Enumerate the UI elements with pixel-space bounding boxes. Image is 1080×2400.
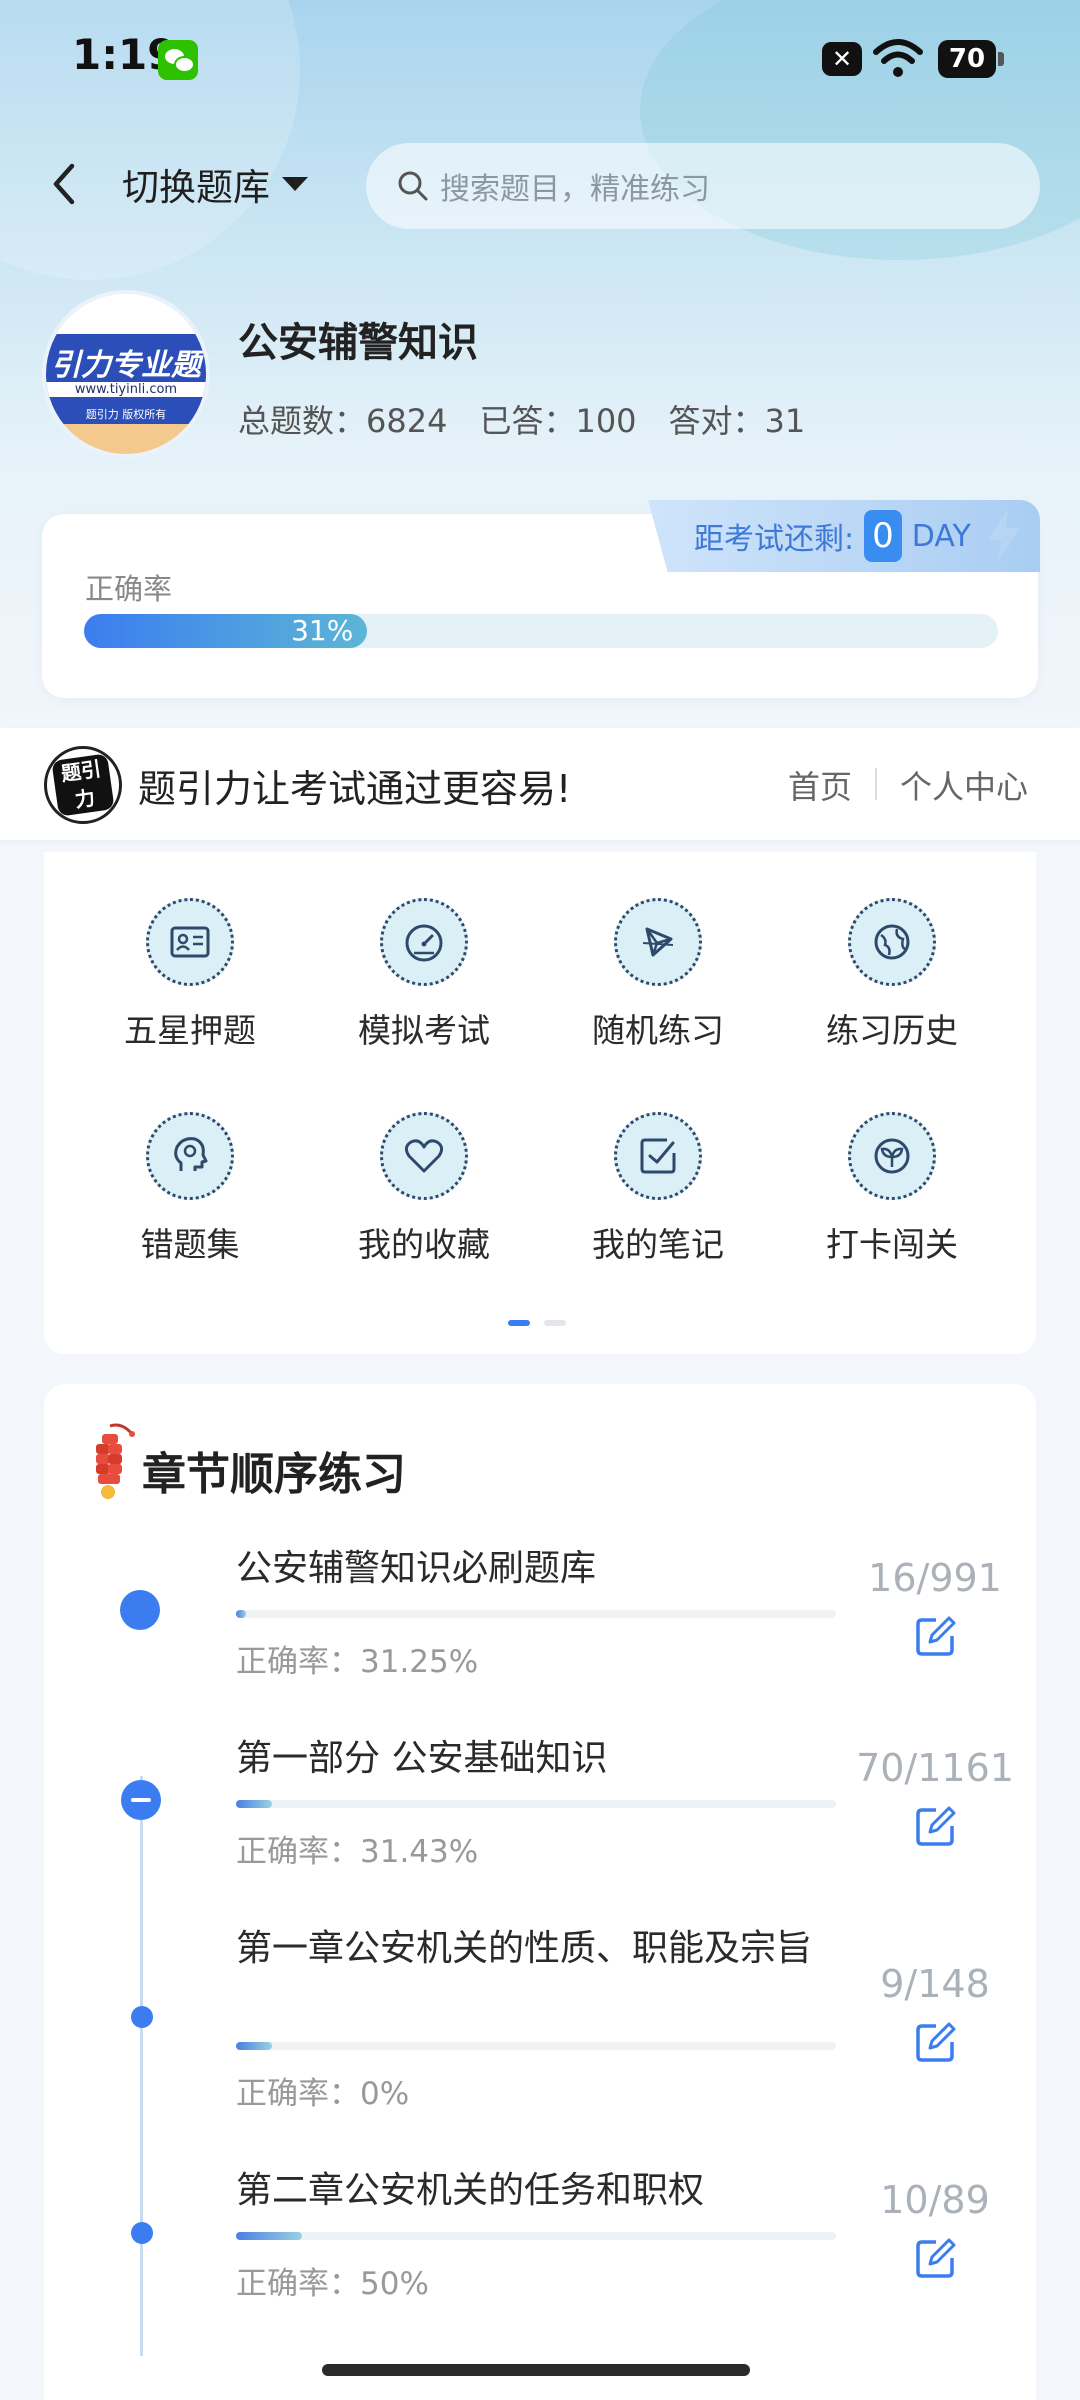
chapter-accuracy: 正确率：0%: [236, 2076, 410, 2112]
feature-label: 随机练习: [592, 1011, 724, 1050]
note-check-icon: [614, 1112, 702, 1200]
nav-personal-center-link[interactable]: 个人中心: [900, 762, 1028, 808]
x-badge-icon: ✕: [822, 42, 862, 76]
chapter-progress-bar: [236, 1800, 836, 1808]
logo-text-main: 引力专业题: [51, 348, 201, 383]
brand-logo-icon: 题引力: [44, 746, 122, 824]
gauge-icon: [380, 898, 468, 986]
pager-dot[interactable]: [544, 1320, 566, 1326]
search-input[interactable]: 搜索题目，精准练习: [366, 143, 1040, 229]
chapter-name: 第一部分 公安基础知识: [236, 1738, 608, 1779]
brand-slogan: 题引力让考试通过更容易!: [138, 767, 572, 811]
chapter-progress-bar: [236, 2042, 836, 2050]
brand-nav-strip: 题引力 题引力让考试通过更容易! 首页 个人中心: [0, 728, 1080, 840]
chapter-progress-fill: [236, 1610, 246, 1618]
minus-icon: [131, 1798, 151, 1802]
nav-home-link[interactable]: 首页: [788, 762, 852, 808]
bank-logo: 引力专业题 www.tiyinli.com 题引力 版权所有: [42, 290, 210, 458]
edit-icon[interactable]: [912, 1614, 958, 1660]
feature-label: 我的收藏: [358, 1225, 490, 1264]
switch-bank-label: 切换题库: [122, 166, 270, 209]
countdown-unit: DAY: [911, 518, 971, 554]
accuracy-progress-bar: 31%: [84, 614, 998, 648]
lightning-icon: [988, 508, 1020, 564]
feature-wrong-questions[interactable]: 错题集: [90, 1112, 290, 1266]
accuracy-progress-fill: 31%: [84, 614, 368, 648]
shuffle-icon: [614, 898, 702, 986]
chapter-progress-bar: [236, 1610, 836, 1618]
feature-label: 错题集: [140, 1225, 240, 1264]
chapter-count: 16/991: [868, 1556, 1002, 1600]
feature-label: 打卡闯关: [826, 1225, 958, 1264]
feature-label: 五星押题: [124, 1011, 256, 1050]
feature-practice-history[interactable]: 练习历史: [792, 898, 992, 1052]
chapter-progress-fill: [236, 2232, 302, 2240]
pager-dot-active[interactable]: [508, 1320, 530, 1326]
chapter-count: 10/89: [880, 2178, 990, 2222]
back-arrow-icon[interactable]: [44, 158, 84, 210]
home-indicator[interactable]: [322, 2364, 750, 2376]
feature-check-in-challenge[interactable]: 打卡闯关: [792, 1112, 992, 1266]
edit-icon[interactable]: [912, 2236, 958, 2282]
brand-logo-mark: 题引力: [51, 753, 115, 817]
chapter-name: 第二章公安机关的任务和职权: [236, 2170, 705, 2211]
nav-divider: [875, 768, 877, 800]
sprout-icon: [848, 1112, 936, 1200]
chapter-dot: [131, 2222, 153, 2244]
answered-count: 已答：100: [479, 402, 637, 440]
battery-indicator: 70: [938, 40, 1004, 78]
switch-bank-dropdown[interactable]: 切换题库: [122, 156, 308, 212]
feature-label: 模拟考试: [358, 1011, 490, 1050]
feature-label: 练习历史: [826, 1011, 958, 1050]
heart-icon: [380, 1112, 468, 1200]
caret-down-icon: [282, 177, 308, 191]
feature-pager-dots: [508, 1320, 566, 1326]
bank-stats: 总题数：6824 已答：100 答对：31: [238, 396, 805, 442]
countdown-prefix: 距考试还剩:: [694, 522, 855, 557]
chapter-count: 70/1161: [856, 1746, 1014, 1790]
chapter-name: 公安辅警知识必刷题库: [236, 1548, 597, 1589]
feature-label: 我的笔记: [592, 1225, 724, 1264]
chapter-count: 9/148: [880, 1962, 990, 2006]
feature-five-star-questions[interactable]: 五星押题: [90, 898, 290, 1052]
logo-text-copyright: 题引力 版权所有: [85, 408, 167, 421]
firecracker-icon: [96, 1423, 135, 1499]
logo-text-url: www.tiyinli.com: [46, 382, 206, 397]
chapter-timeline: [140, 1776, 143, 2356]
id-card-icon: [146, 898, 234, 986]
chapter-accuracy: 正确率：31.43%: [236, 1834, 479, 1870]
chapter-dot: [131, 2006, 153, 2028]
head-icon: [146, 1112, 234, 1200]
chapter-section-title: 章节顺序练习: [142, 1449, 406, 1500]
chapter-dot: [120, 1590, 160, 1630]
chapter-practice-card: [44, 1384, 1036, 2400]
edit-icon[interactable]: [912, 2020, 958, 2066]
chapter-collapse-toggle[interactable]: [121, 1780, 161, 1820]
chapter-progress-bar: [236, 2232, 836, 2240]
chapter-accuracy: 正确率：50%: [236, 2266, 429, 2302]
bank-title: 公安辅警知识: [238, 320, 478, 366]
chapter-progress-fill: [236, 1800, 272, 1808]
status-bar: 1:19 ✕ 70: [0, 0, 1080, 120]
chapter-name: 第一章公安机关的性质、职能及宗旨: [236, 1928, 813, 1969]
accuracy-label: 正确率: [85, 572, 173, 606]
feature-my-favorites[interactable]: 我的收藏: [324, 1112, 524, 1266]
edit-icon[interactable]: [912, 1804, 958, 1850]
search-icon: [398, 171, 428, 201]
globe-icon: [848, 898, 936, 986]
wechat-notification-icon: [158, 40, 198, 80]
chapter-progress-fill: [236, 2042, 272, 2050]
total-questions: 总题数：6824: [238, 402, 448, 440]
countdown-days: 0: [864, 510, 902, 562]
feature-random-practice[interactable]: 随机练习: [558, 898, 758, 1052]
feature-my-notes[interactable]: 我的笔记: [558, 1112, 758, 1266]
correct-count: 答对：31: [668, 402, 806, 440]
chapter-accuracy: 正确率：31.25%: [236, 1644, 479, 1680]
wifi-icon: [873, 39, 923, 77]
search-placeholder: 搜索题目，精准练习: [440, 172, 710, 207]
feature-mock-exam[interactable]: 模拟考试: [324, 898, 524, 1052]
